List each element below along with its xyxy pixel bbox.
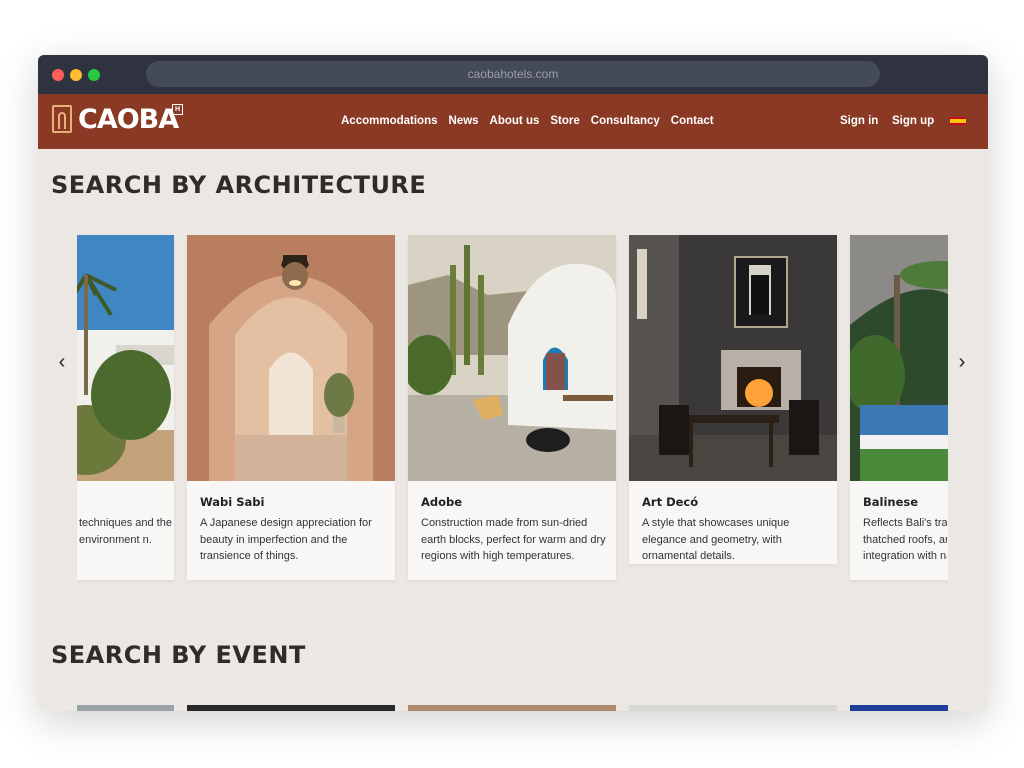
architecture-card[interactable]: Wabi Sabi A Japanese design appreciation… <box>187 235 395 580</box>
address-bar[interactable]: caobahotels.com <box>146 61 880 87</box>
maximize-window-button[interactable] <box>88 69 100 81</box>
nav-about-us[interactable]: About us <box>490 113 540 129</box>
nav-consultancy[interactable]: Consultancy <box>591 113 660 129</box>
card-description: A Japanese design appreciation for beaut… <box>200 517 372 562</box>
card-image <box>629 235 837 481</box>
architecture-card[interactable]: Balinese Reflects Bali's trad thatched r… <box>850 235 948 580</box>
architecture-section-title: SEARCH BY ARCHITECTURE <box>51 171 427 199</box>
card-description: Construction made from sun-dried earth b… <box>421 517 606 562</box>
main-nav: Accommodations News About us Store Consu… <box>341 113 725 129</box>
card-title: Art Decó <box>642 495 699 509</box>
browser-window: caobahotels.com CAOBA H Accommodations N… <box>38 55 988 711</box>
card-description-line: thatched roofs, and <box>863 533 947 546</box>
minimize-window-button[interactable] <box>70 69 82 81</box>
arch-logo-icon <box>52 105 72 133</box>
card-image <box>850 235 948 481</box>
nav-store[interactable]: Store <box>550 113 579 129</box>
card-description: A style that showcases unique elegance a… <box>642 517 790 562</box>
logo-text: CAOBA <box>78 104 179 135</box>
nav-accommodations[interactable]: Accommodations <box>341 113 438 129</box>
event-card-image[interactable] <box>187 705 395 711</box>
nav-news[interactable]: News <box>449 113 479 129</box>
architecture-card[interactable]: Art Decó A style that showcases unique e… <box>629 235 837 564</box>
browser-titlebar: caobahotels.com <box>38 55 988 94</box>
card-image <box>187 235 395 481</box>
caoba-logo[interactable]: CAOBA H <box>52 104 183 136</box>
architecture-card[interactable]: Adobe Construction made from sun-dried e… <box>408 235 616 580</box>
card-title: Balinese <box>863 495 919 509</box>
architecture-card[interactable]: techniques and the environment n. <box>77 235 174 580</box>
sign-in-link[interactable]: Sign in <box>840 113 878 129</box>
card-description-line: integration with nat <box>863 550 947 562</box>
event-card-image[interactable] <box>77 705 174 711</box>
nav-contact[interactable]: Contact <box>671 113 714 129</box>
event-card-image[interactable] <box>408 705 616 711</box>
event-section-title: SEARCH BY EVENT <box>51 641 306 669</box>
card-image <box>77 235 174 481</box>
card-image <box>408 235 616 481</box>
close-window-button[interactable] <box>52 69 64 81</box>
spain-flag-icon[interactable] <box>950 117 966 125</box>
card-description: Reflects Bali's trad thatched roofs, and… <box>863 515 947 565</box>
event-card-image[interactable] <box>629 705 837 711</box>
site-navbar: CAOBA H Accommodations News About us Sto… <box>38 94 988 149</box>
card-description: techniques and the environment n. <box>79 517 172 546</box>
chevron-left-icon[interactable]: ‹ <box>55 352 69 372</box>
chevron-right-icon[interactable]: › <box>955 352 969 372</box>
sign-up-link[interactable]: Sign up <box>892 113 934 129</box>
logo-badge: H <box>172 104 183 115</box>
card-title: Wabi Sabi <box>200 495 265 509</box>
event-card-image[interactable] <box>850 705 948 711</box>
card-title: Adobe <box>421 495 463 509</box>
architecture-carousel: techniques and the environment n. Wabi S… <box>77 235 948 585</box>
card-description-line: Reflects Bali's trad <box>863 517 947 529</box>
